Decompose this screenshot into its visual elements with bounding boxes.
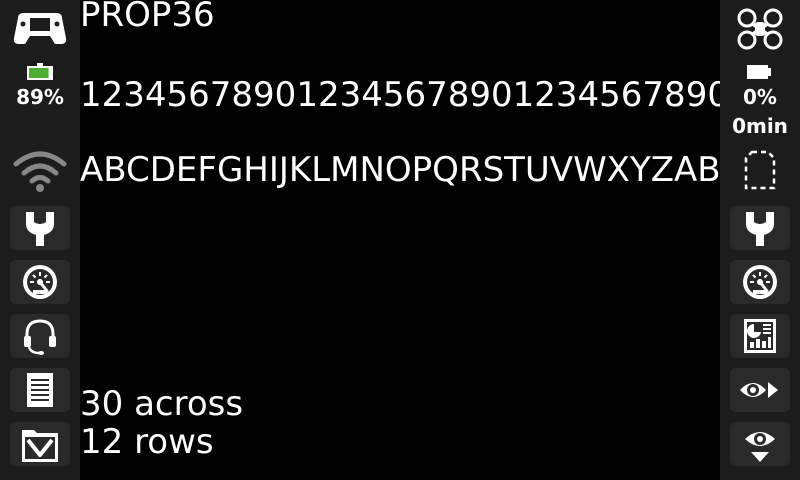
letters-line: ABCDEFGHIJKLMNOPQRSTUVWXYZAB <box>80 150 720 190</box>
radio-battery-percent: 89% <box>16 85 64 109</box>
model-telemetry-button[interactable] <box>730 260 790 304</box>
document-button[interactable] <box>10 368 70 412</box>
wrench-icon <box>746 212 774 246</box>
telemetry-button[interactable] <box>10 260 70 304</box>
screens-button[interactable] <box>730 314 790 358</box>
gauge-icon <box>743 265 777 299</box>
settings-button[interactable] <box>10 206 70 250</box>
dashed-frame-icon[interactable] <box>742 148 778 192</box>
right-sidebar: 0% 0min <box>720 0 800 480</box>
eye-down-icon <box>745 432 775 462</box>
main-content: PROP36 1234567890123456789012345678901 A… <box>80 0 720 480</box>
dashboard-icon <box>744 319 776 353</box>
folder-down-icon <box>22 430 58 462</box>
columns-count: 30 across <box>80 384 244 424</box>
document-icon <box>27 373 53 407</box>
drone-icon[interactable] <box>734 6 786 52</box>
eye-arrow-icon <box>740 382 778 398</box>
model-settings-button[interactable] <box>730 206 790 250</box>
rows-count: 12 rows <box>80 422 214 462</box>
gamepad-icon[interactable] <box>10 8 70 48</box>
page-title: PROP36 <box>80 0 215 35</box>
voice-button[interactable] <box>10 314 70 358</box>
model-battery-percent: 0% <box>743 85 777 109</box>
headset-icon <box>24 319 56 355</box>
folder-down-button[interactable] <box>10 422 70 466</box>
view-down-button[interactable] <box>730 422 790 466</box>
battery-icon <box>26 63 54 81</box>
battery-icon <box>746 63 774 81</box>
wrench-icon <box>26 212 54 246</box>
wifi-icon <box>12 148 68 194</box>
left-sidebar: 89% <box>0 0 80 480</box>
flight-time: 0min <box>732 114 788 138</box>
view-next-button[interactable] <box>730 368 790 412</box>
digits-line: 1234567890123456789012345678901 <box>80 75 720 115</box>
gauge-icon <box>23 265 57 299</box>
